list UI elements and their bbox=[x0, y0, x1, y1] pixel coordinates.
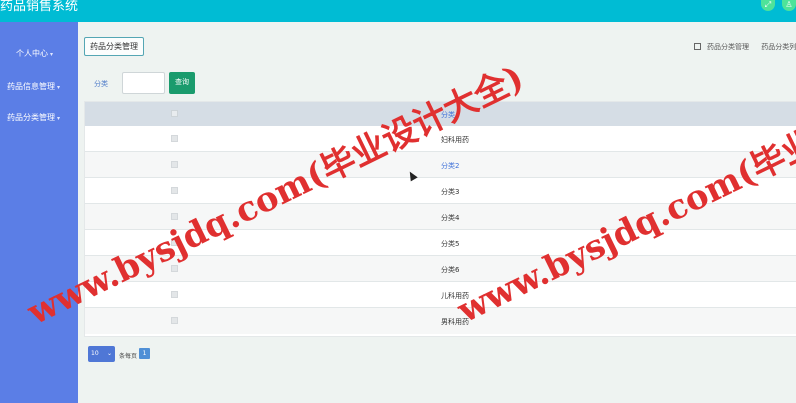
chevron-down-icon: ▾ bbox=[57, 115, 61, 122]
category-cell: 分类6 bbox=[441, 266, 460, 274]
row-checkbox[interactable] bbox=[171, 161, 178, 168]
category-cell: 分类3 bbox=[441, 188, 460, 196]
row-checkbox[interactable] bbox=[171, 187, 178, 194]
sidebar-item-drug-info[interactable]: 药品信息管理 ▾ bbox=[0, 81, 78, 92]
top-bar bbox=[0, 0, 796, 22]
table-row[interactable]: 分类6 bbox=[85, 256, 796, 282]
sidebar-item-personal-center[interactable]: 个人中心 ▾ bbox=[0, 48, 78, 59]
search-button[interactable]: 查询 bbox=[169, 72, 195, 94]
sidebar-item-label: 个人中心 bbox=[16, 49, 48, 58]
app-title: 药品销售系统 bbox=[0, 0, 79, 14]
category-cell: 妇科用药 bbox=[441, 136, 469, 144]
row-checkbox[interactable] bbox=[171, 291, 178, 298]
table-row[interactable]: 男科用药 bbox=[85, 308, 796, 334]
select-all-checkbox[interactable] bbox=[171, 110, 178, 117]
category-search-input[interactable] bbox=[122, 72, 165, 94]
table-row[interactable]: 儿科用药 bbox=[85, 282, 796, 308]
sidebar: 个人中心 ▾ 药品信息管理 ▾ 药品分类管理 ▾ bbox=[0, 22, 78, 403]
breadcrumb-item: 药品分类列表 bbox=[761, 43, 796, 51]
breadcrumb-item[interactable]: 药品分类管理 bbox=[707, 43, 749, 51]
category-cell: 分类4 bbox=[441, 214, 460, 222]
breadcrumb: 药品分类管理 药品分类列表 bbox=[694, 42, 796, 52]
filter-label: 分类 bbox=[94, 80, 108, 88]
sidebar-item-label: 药品分类管理 bbox=[7, 113, 55, 122]
per-page-label: 条每页 bbox=[119, 353, 138, 360]
page-title-button[interactable]: 药品分类管理 bbox=[84, 37, 144, 56]
category-cell: 分类5 bbox=[441, 240, 460, 248]
row-checkbox[interactable] bbox=[171, 135, 178, 142]
sidebar-item-drug-category[interactable]: 药品分类管理 ▾ bbox=[0, 112, 78, 123]
chevron-down-icon: ▾ bbox=[50, 51, 54, 58]
chevron-down-icon: ▾ bbox=[57, 84, 61, 91]
category-cell: 分类2 bbox=[441, 162, 460, 170]
sidebar-item-label: 药品信息管理 bbox=[7, 82, 55, 91]
chevron-down-icon: ⌄ bbox=[106, 350, 112, 357]
page-size-select[interactable]: 10 ⌄ bbox=[88, 346, 115, 362]
row-checkbox[interactable] bbox=[171, 317, 178, 324]
home-icon[interactable] bbox=[694, 43, 701, 50]
page-number-button[interactable]: 1 bbox=[139, 348, 150, 359]
